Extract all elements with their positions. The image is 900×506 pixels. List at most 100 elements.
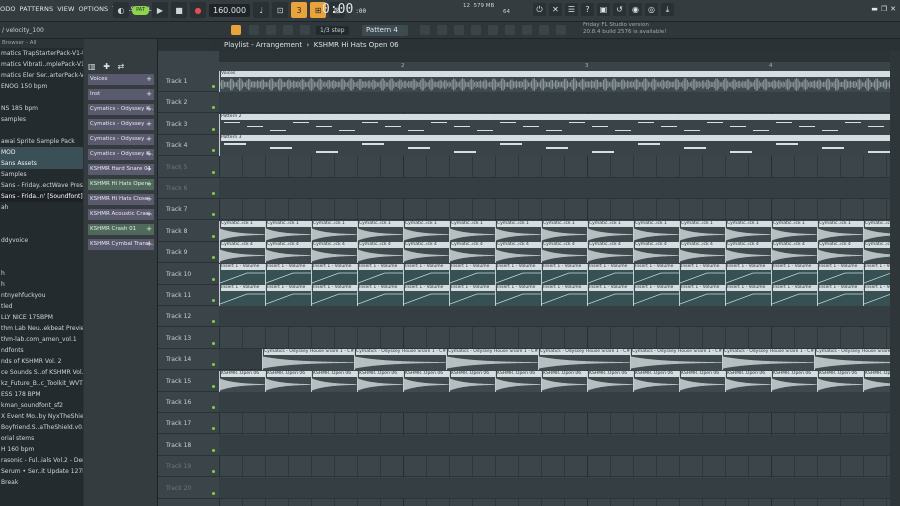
- playlist-grid[interactable]: Voices Pattern 2 Pattern 3 Cymatic..ick 1 Cy…: [219, 71, 890, 506]
- playlist-clip[interactable]: Cymatic..ick 1: [357, 220, 403, 242]
- playlist-clip[interactable]: Cymatic..ick 4: [863, 242, 890, 264]
- news-panel[interactable]: Friday FL Studio version 20.8.4 build 257…: [583, 22, 666, 36]
- channel-button[interactable]: Inst: [88, 89, 154, 100]
- playlist-clip[interactable]: Cymatic..ick 4: [265, 242, 311, 264]
- countdown-icon[interactable]: 3: [291, 2, 308, 18]
- playlist-clip[interactable]: Cymatic..ick 1: [725, 220, 771, 242]
- touch-icon[interactable]: [539, 25, 549, 35]
- playlist-clip[interactable]: KSHMR..Open 06: [311, 370, 357, 392]
- browser-item[interactable]: H 160 bpm: [0, 444, 83, 455]
- browser-item[interactable]: Boyfriend.S..aTheShield.v0.1: [0, 422, 83, 433]
- playlist-clip[interactable]: KSHMR..Open 06: [357, 370, 403, 392]
- track-header[interactable]: Track 11: [158, 285, 219, 306]
- browser-item[interactable]: ntnyehfuckyou: [0, 290, 83, 301]
- tempo-display[interactable]: 160.000: [209, 3, 251, 17]
- playlist-clip[interactable]: Insert 1 - Volume: [817, 285, 863, 306]
- track-led-icon[interactable]: [212, 192, 215, 195]
- pattern-clip[interactable]: Pattern 2: [219, 113, 890, 135]
- track-lane[interactable]: [219, 178, 890, 199]
- browser-item[interactable]: [0, 257, 83, 268]
- playlist-clip[interactable]: Insert 1 - Volume: [633, 285, 679, 306]
- paint-icon[interactable]: [266, 25, 276, 35]
- browser-item[interactable]: ESS 178 BPM: [0, 389, 83, 400]
- channel-button[interactable]: KSHMR Acoustic Cras..: [88, 209, 154, 220]
- browser-item[interactable]: Break: [0, 477, 83, 488]
- playlist-clip[interactable]: KSHMR..Open 06: [863, 370, 890, 392]
- playlist-clip[interactable]: KSHMR..Open 06: [817, 370, 863, 392]
- playlist-clip[interactable]: KSHMR..Open 06: [771, 370, 817, 392]
- track-header[interactable]: Track 14: [158, 349, 219, 371]
- browser-item[interactable]: Sans Assets: [0, 158, 83, 169]
- playlist-clip[interactable]: Insert 1 - Volume: [541, 263, 587, 285]
- track-led-icon[interactable]: [212, 363, 215, 367]
- track-header[interactable]: Track 8: [158, 221, 219, 242]
- playlist-clip[interactable]: KSHMR..Open 06: [725, 370, 771, 392]
- playlist-clip[interactable]: Cymatic..ick 4: [679, 242, 725, 264]
- menu-options[interactable]: OPTIONS: [79, 5, 109, 13]
- playlist-clip[interactable]: Insert 1 - Volume: [679, 285, 725, 306]
- playlist-scrollbar[interactable]: [890, 51, 900, 506]
- playlist-clip[interactable]: Insert 1 - Volume: [863, 285, 890, 306]
- playlist-clip[interactable]: Insert 1 - Volume: [403, 285, 449, 306]
- playlist-clip[interactable]: Insert 1 - Volume: [449, 263, 495, 285]
- channel-button[interactable]: Voices: [88, 74, 154, 85]
- playlist-clip[interactable]: Insert 1 - Volume: [265, 285, 311, 306]
- playlist-clip[interactable]: Cymatic..ick 1: [679, 220, 725, 242]
- close-icon[interactable]: ✕: [890, 5, 896, 13]
- track-header[interactable]: Track 10: [158, 264, 219, 285]
- track-led-icon[interactable]: [212, 127, 215, 131]
- browser-item[interactable]: Sans - Frida..n' [Soundfont]: [0, 191, 83, 202]
- stop-button[interactable]: ■: [171, 2, 187, 18]
- playlist-clip[interactable]: Insert 1 - Volume: [587, 285, 633, 306]
- browser-item[interactable]: samples: [0, 114, 83, 125]
- playlist-clip[interactable]: Cymatics - Odyssey House Snare 1 - C#: [630, 349, 722, 371]
- browser-item[interactable]: awai Sprite Sample Pack: [0, 136, 83, 147]
- playlist-clip[interactable]: Cymatic..ick 1: [771, 220, 817, 242]
- playlist-clip[interactable]: Cymatics - Odyssey House Snare 1 - C#: [538, 349, 630, 371]
- track-lane[interactable]: [219, 434, 890, 456]
- playlist-clip[interactable]: KSHMR..Open 06: [265, 370, 311, 392]
- playlist-clip[interactable]: Insert 1 - Volume: [311, 285, 357, 306]
- playlist-clip[interactable]: Insert 1 - Volume: [587, 263, 633, 285]
- track-led-icon[interactable]: [212, 491, 215, 495]
- browser-item[interactable]: X Event Mo..by NyxTheShield): [0, 411, 83, 422]
- export-icon[interactable]: ⤓: [661, 3, 674, 16]
- browser-item[interactable]: Sans - Friday..ectWave Preset]: [0, 180, 83, 191]
- track-header[interactable]: Track 1: [158, 71, 219, 92]
- mute-icon[interactable]: [283, 25, 293, 35]
- playlist-clip[interactable]: Cymatic..ick 4: [587, 242, 633, 264]
- browser-item[interactable]: ENOG 150 bpm: [0, 81, 83, 92]
- track-header[interactable]: Track 18: [158, 435, 219, 456]
- track-led-icon[interactable]: [212, 384, 215, 388]
- track-lane[interactable]: [219, 477, 890, 499]
- playlist-clip[interactable]: Insert 1 - Volume: [495, 285, 541, 306]
- track-header[interactable]: Track 12: [158, 306, 219, 328]
- track-lane[interactable]: [219, 456, 890, 478]
- browser-item[interactable]: matics Eler Ser..arterPack-V1-g7r: [0, 70, 83, 81]
- browser-item[interactable]: [0, 125, 83, 136]
- metronome-icon[interactable]: ♩: [253, 2, 270, 18]
- channel-rack-icon[interactable]: [471, 25, 481, 35]
- browser-item[interactable]: ce Sounds S..of KSHMR Vol.1: [0, 367, 83, 378]
- track-led-icon[interactable]: [212, 170, 215, 174]
- playlist-clip[interactable]: Cymatic..ick 1: [863, 220, 890, 242]
- playlist-clip[interactable]: Insert 1 - Volume: [219, 263, 265, 285]
- playlist-clip[interactable]: KSHMR..Open 06: [541, 370, 587, 392]
- channel-button[interactable]: KSHMR Hi Hats Open..: [88, 179, 154, 190]
- playlist-clip[interactable]: Cymatics - Odyssey House Snare 1 - C#: [262, 349, 354, 371]
- playlist-clip[interactable]: Cymatic..ick 1: [265, 220, 311, 242]
- playlist-clip[interactable]: KSHMR..Open 06: [219, 370, 265, 392]
- playlist-clip[interactable]: KSHMR..Open 06: [587, 370, 633, 392]
- track-header[interactable]: Track 9: [158, 242, 219, 264]
- playlist-clip[interactable]: Cymatic..ick 4: [357, 242, 403, 264]
- track-led-icon[interactable]: [212, 106, 215, 110]
- playlist-clip[interactable]: KSHMR..Open 06: [679, 370, 725, 392]
- playlist-clip[interactable]: Insert 1 - Volume: [357, 285, 403, 306]
- playlist-clip[interactable]: Insert 1 - Volume: [495, 263, 541, 285]
- playlist-clip[interactable]: Cymatic..ick 4: [219, 242, 265, 264]
- playlist-clip[interactable]: Insert 1 - Volume: [311, 263, 357, 285]
- playlist-clip[interactable]: Insert 1 - Volume: [449, 285, 495, 306]
- browser-item[interactable]: ddyvoice: [0, 235, 83, 246]
- browser-item[interactable]: Samples: [0, 169, 83, 180]
- play-button[interactable]: ▶: [152, 2, 168, 18]
